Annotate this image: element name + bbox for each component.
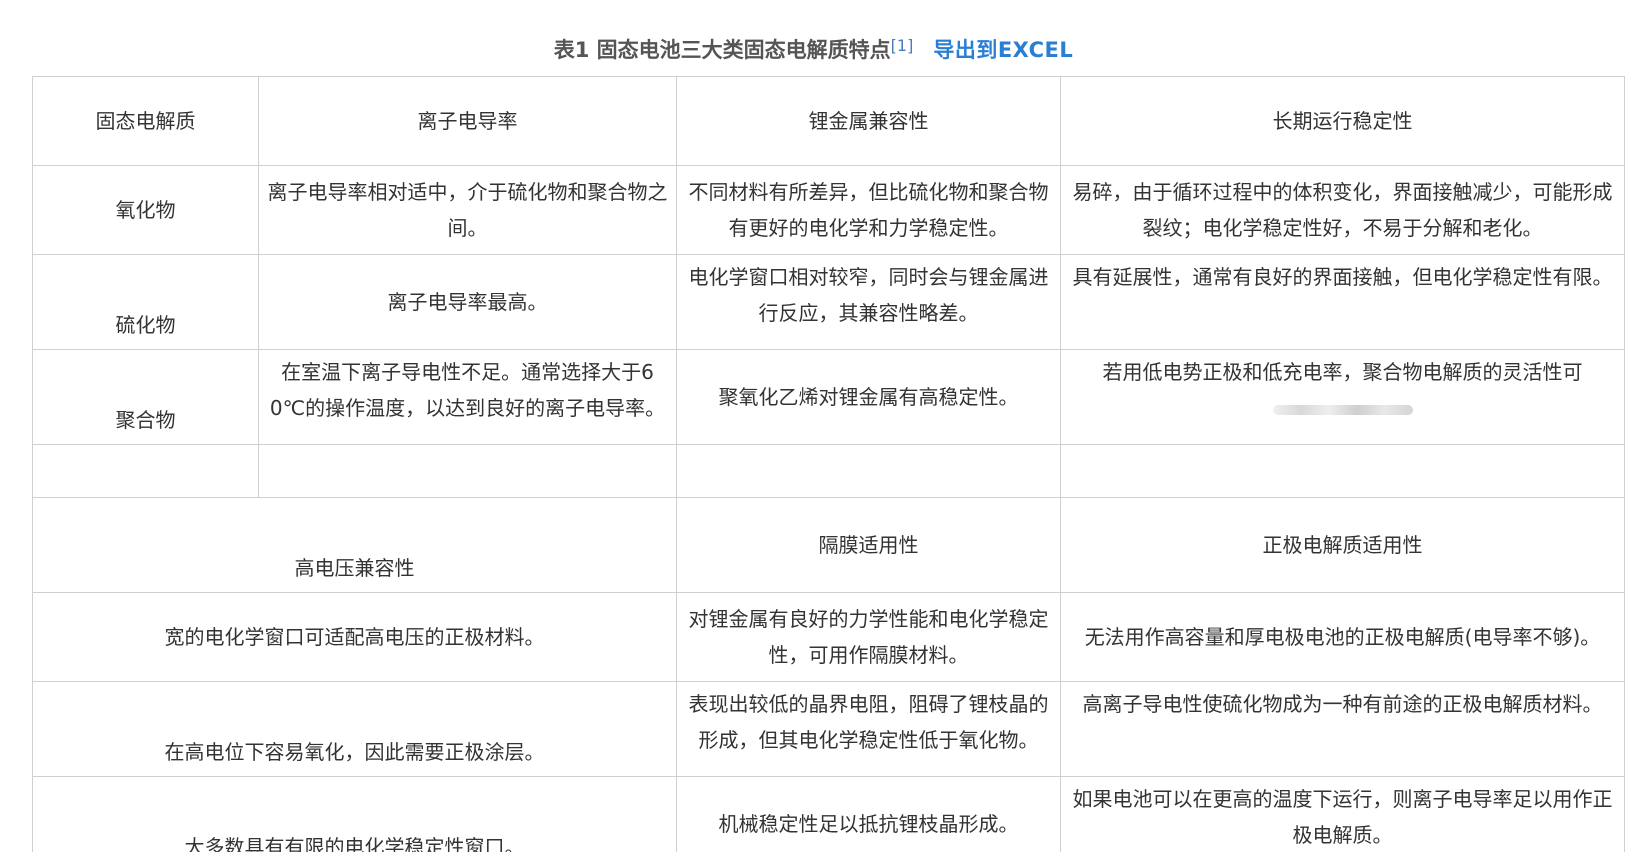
header-cell-long-term-stability: 长期运行稳定性 bbox=[1060, 76, 1625, 166]
table-cell: 在室温下离子导电性不足。通常选择大于60℃的操作温度，以达到良好的离子电导率。 bbox=[258, 349, 677, 445]
electrolyte-table: 固态电解质 离子电导率 锂金属兼容性 长期运行稳定性 氧化物 离子电导率相对适中… bbox=[32, 76, 1625, 852]
table-row: 聚合物 在室温下离子导电性不足。通常选择大于60℃的操作温度，以达到良好的离子电… bbox=[32, 349, 1625, 445]
export-excel-link[interactable]: 导出到EXCEL bbox=[933, 38, 1073, 62]
table-cell: 电化学窗口相对较窄，同时会与锂金属进行反应，其兼容性略差。 bbox=[676, 254, 1061, 350]
table-title: 表1 固态电池三大类固态电解质特点 bbox=[553, 38, 891, 62]
table-cell: 若用低电势正极和低充电率，聚合物电解质的灵活性可 bbox=[1060, 349, 1625, 445]
header-cell-cathode-electrolyte: 正极电解质适用性 bbox=[1060, 497, 1625, 593]
table-row: 宽的电化学窗口可适配高电压的正极材料。 对锂金属有良好的力学性能和电化学稳定性，… bbox=[32, 592, 1625, 682]
table-row: 硫化物 离子电导率最高。 电化学窗口相对较窄，同时会与锂金属进行反应，其兼容性略… bbox=[32, 254, 1625, 350]
table-cell: 易碎，由于循环过程中的体积变化，界面接触减少，可能形成裂纹；电化学稳定性好，不易… bbox=[1060, 165, 1625, 255]
empty-cell bbox=[32, 444, 259, 498]
table-header-row: 固态电解质 离子电导率 锂金属兼容性 长期运行稳定性 bbox=[32, 76, 1625, 166]
empty-cell bbox=[1060, 444, 1625, 498]
row-label: 硫化物 bbox=[32, 254, 259, 350]
row-label: 聚合物 bbox=[32, 349, 259, 445]
table-cell: 离子电导率最高。 bbox=[258, 254, 677, 350]
reference-link[interactable]: [1] bbox=[891, 36, 914, 55]
table-cell: 大多数具有有限的电化学稳定性窗口。 bbox=[32, 776, 677, 852]
table-cell: 无法用作高容量和厚电极电池的正极电解质(电导率不够)。 bbox=[1060, 592, 1625, 682]
empty-cell bbox=[676, 444, 1061, 498]
table-cell: 聚氧化乙烯对锂金属有高稳定性。 bbox=[676, 349, 1061, 445]
row-label: 氧化物 bbox=[32, 165, 259, 255]
table-row: 在高电位下容易氧化，因此需要正极涂层。 表现出较低的晶界电阻，阻碍了锂枝晶的形成… bbox=[32, 681, 1625, 777]
table-cell: 机械稳定性足以抵抗锂枝晶形成。 bbox=[676, 776, 1061, 852]
table-row: 氧化物 离子电导率相对适中，介于硫化物和聚合物之间。 不同材料有所差异，但比硫化… bbox=[32, 165, 1625, 255]
header-cell-high-voltage: 高电压兼容性 bbox=[32, 497, 677, 593]
table-cell: 具有延展性，通常有良好的界面接触，但电化学稳定性有限。 bbox=[1060, 254, 1625, 350]
table-cell: 如果电池可以在更高的温度下运行，则离子电导率足以用作正极电解质。 bbox=[1060, 776, 1625, 852]
empty-cell bbox=[258, 444, 677, 498]
table-cell: 在高电位下容易氧化，因此需要正极涂层。 bbox=[32, 681, 677, 777]
table-empty-row bbox=[32, 444, 1625, 498]
table-cell: 高离子导电性使硫化物成为一种有前途的正极电解质材料。 bbox=[1060, 681, 1625, 777]
header-cell-ionic-conductivity: 离子电导率 bbox=[258, 76, 677, 166]
table-cell: 表现出较低的晶界电阻，阻碍了锂枝晶的形成，但其电化学稳定性低于氧化物。 bbox=[676, 681, 1061, 777]
table-row: 大多数具有有限的电化学稳定性窗口。 机械稳定性足以抵抗锂枝晶形成。 如果电池可以… bbox=[32, 776, 1625, 852]
table-cell: 离子电导率相对适中，介于硫化物和聚合物之间。 bbox=[258, 165, 677, 255]
table-header-row: 高电压兼容性 隔膜适用性 正极电解质适用性 bbox=[32, 497, 1625, 593]
header-cell-electrolyte: 固态电解质 bbox=[32, 76, 259, 166]
header-cell-lithium-compatibility: 锂金属兼容性 bbox=[676, 76, 1061, 166]
blurred-text-fragment bbox=[1272, 404, 1413, 415]
table-cell: 宽的电化学窗口可适配高电压的正极材料。 bbox=[32, 592, 677, 682]
header-cell-separator: 隔膜适用性 bbox=[676, 497, 1061, 593]
truncated-text: 若用低电势正极和低充电率，聚合物电解质的灵活性可 bbox=[1102, 360, 1583, 384]
table-cell: 不同材料有所差异，但比硫化物和聚合物有更好的电化学和力学稳定性。 bbox=[676, 165, 1061, 255]
table-caption: 表1 固态电池三大类固态电解质特点[1] 导出到EXCEL bbox=[0, 30, 1627, 72]
table-cell: 对锂金属有良好的力学性能和电化学稳定性，可用作隔膜材料。 bbox=[676, 592, 1061, 682]
